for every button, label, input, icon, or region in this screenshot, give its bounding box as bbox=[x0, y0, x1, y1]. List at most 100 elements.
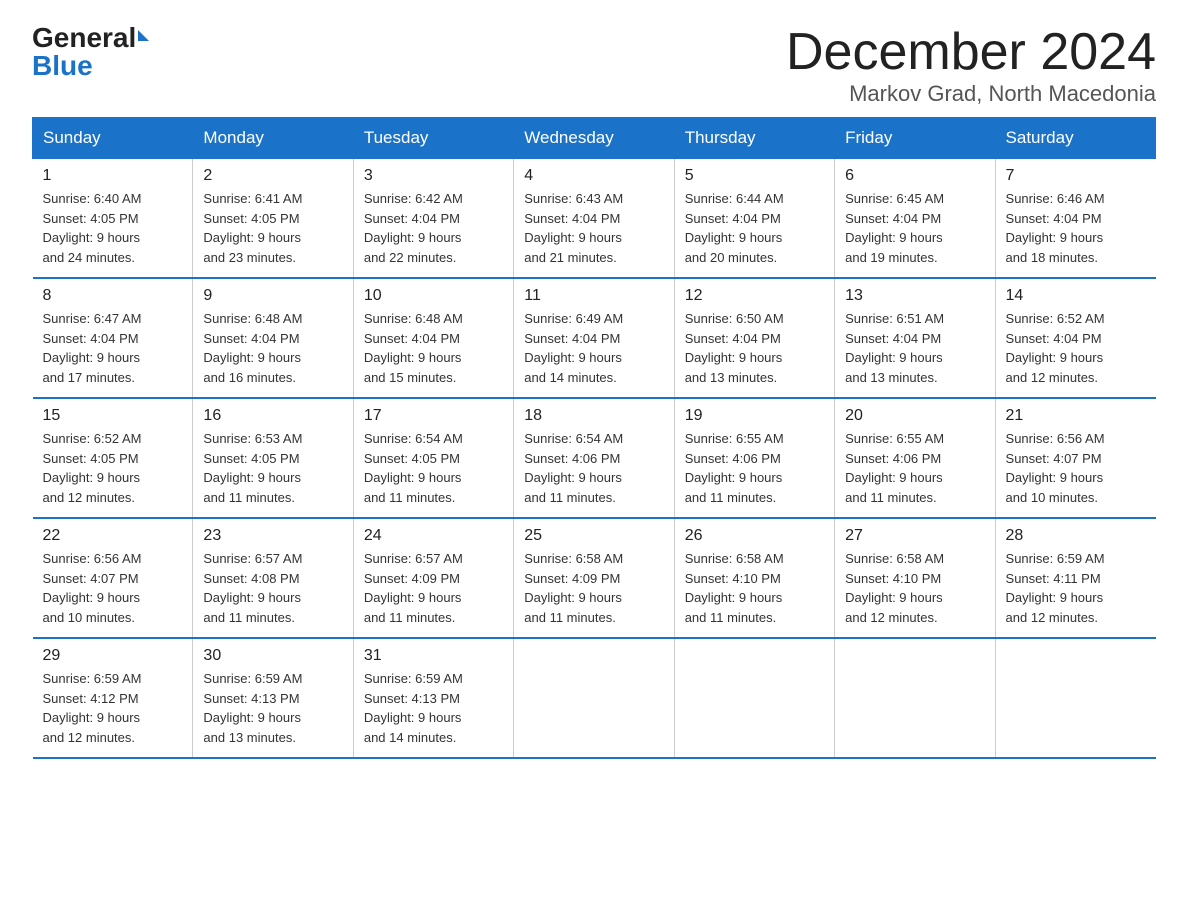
day-info: Sunrise: 6:46 AM Sunset: 4:04 PM Dayligh… bbox=[1006, 189, 1146, 267]
day-number: 20 bbox=[845, 407, 984, 425]
day-info: Sunrise: 6:57 AM Sunset: 4:08 PM Dayligh… bbox=[203, 549, 342, 627]
day-number: 17 bbox=[364, 407, 503, 425]
day-number: 8 bbox=[43, 287, 183, 305]
table-row: 26 Sunrise: 6:58 AM Sunset: 4:10 PM Dayl… bbox=[674, 518, 834, 638]
calendar-week-row: 1 Sunrise: 6:40 AM Sunset: 4:05 PM Dayli… bbox=[33, 159, 1156, 279]
day-info: Sunrise: 6:44 AM Sunset: 4:04 PM Dayligh… bbox=[685, 189, 824, 267]
day-info: Sunrise: 6:42 AM Sunset: 4:04 PM Dayligh… bbox=[364, 189, 503, 267]
day-info: Sunrise: 6:58 AM Sunset: 4:09 PM Dayligh… bbox=[524, 549, 663, 627]
table-row: 13 Sunrise: 6:51 AM Sunset: 4:04 PM Dayl… bbox=[835, 278, 995, 398]
day-number: 19 bbox=[685, 407, 824, 425]
table-row: 25 Sunrise: 6:58 AM Sunset: 4:09 PM Dayl… bbox=[514, 518, 674, 638]
day-number: 30 bbox=[203, 647, 342, 665]
table-row: 9 Sunrise: 6:48 AM Sunset: 4:04 PM Dayli… bbox=[193, 278, 353, 398]
day-number: 29 bbox=[43, 647, 183, 665]
header-tuesday: Tuesday bbox=[353, 118, 513, 159]
title-block: December 2024 Markov Grad, North Macedon… bbox=[786, 24, 1156, 107]
header-saturday: Saturday bbox=[995, 118, 1155, 159]
table-row: 1 Sunrise: 6:40 AM Sunset: 4:05 PM Dayli… bbox=[33, 159, 193, 279]
day-number: 4 bbox=[524, 167, 663, 185]
day-number: 9 bbox=[203, 287, 342, 305]
day-info: Sunrise: 6:52 AM Sunset: 4:05 PM Dayligh… bbox=[43, 429, 183, 507]
day-info: Sunrise: 6:56 AM Sunset: 4:07 PM Dayligh… bbox=[43, 549, 183, 627]
table-row bbox=[514, 638, 674, 758]
day-info: Sunrise: 6:43 AM Sunset: 4:04 PM Dayligh… bbox=[524, 189, 663, 267]
day-info: Sunrise: 6:47 AM Sunset: 4:04 PM Dayligh… bbox=[43, 309, 183, 387]
table-row: 5 Sunrise: 6:44 AM Sunset: 4:04 PM Dayli… bbox=[674, 159, 834, 279]
day-info: Sunrise: 6:57 AM Sunset: 4:09 PM Dayligh… bbox=[364, 549, 503, 627]
day-info: Sunrise: 6:52 AM Sunset: 4:04 PM Dayligh… bbox=[1006, 309, 1146, 387]
day-number: 15 bbox=[43, 407, 183, 425]
day-info: Sunrise: 6:41 AM Sunset: 4:05 PM Dayligh… bbox=[203, 189, 342, 267]
table-row: 29 Sunrise: 6:59 AM Sunset: 4:12 PM Dayl… bbox=[33, 638, 193, 758]
header-monday: Monday bbox=[193, 118, 353, 159]
page-title: December 2024 bbox=[786, 24, 1156, 81]
day-number: 2 bbox=[203, 167, 342, 185]
day-number: 12 bbox=[685, 287, 824, 305]
day-number: 16 bbox=[203, 407, 342, 425]
day-info: Sunrise: 6:54 AM Sunset: 4:05 PM Dayligh… bbox=[364, 429, 503, 507]
day-number: 6 bbox=[845, 167, 984, 185]
calendar-week-row: 8 Sunrise: 6:47 AM Sunset: 4:04 PM Dayli… bbox=[33, 278, 1156, 398]
day-info: Sunrise: 6:49 AM Sunset: 4:04 PM Dayligh… bbox=[524, 309, 663, 387]
table-row: 10 Sunrise: 6:48 AM Sunset: 4:04 PM Dayl… bbox=[353, 278, 513, 398]
table-row: 6 Sunrise: 6:45 AM Sunset: 4:04 PM Dayli… bbox=[835, 159, 995, 279]
day-number: 23 bbox=[203, 527, 342, 545]
table-row: 3 Sunrise: 6:42 AM Sunset: 4:04 PM Dayli… bbox=[353, 159, 513, 279]
day-info: Sunrise: 6:59 AM Sunset: 4:12 PM Dayligh… bbox=[43, 669, 183, 747]
table-row: 12 Sunrise: 6:50 AM Sunset: 4:04 PM Dayl… bbox=[674, 278, 834, 398]
logo-arrow-icon bbox=[138, 30, 149, 41]
day-number: 10 bbox=[364, 287, 503, 305]
calendar-table: Sunday Monday Tuesday Wednesday Thursday… bbox=[32, 117, 1156, 759]
table-row bbox=[995, 638, 1155, 758]
day-info: Sunrise: 6:58 AM Sunset: 4:10 PM Dayligh… bbox=[845, 549, 984, 627]
table-row: 14 Sunrise: 6:52 AM Sunset: 4:04 PM Dayl… bbox=[995, 278, 1155, 398]
table-row bbox=[835, 638, 995, 758]
day-number: 5 bbox=[685, 167, 824, 185]
day-info: Sunrise: 6:55 AM Sunset: 4:06 PM Dayligh… bbox=[845, 429, 984, 507]
logo: General Blue bbox=[32, 24, 149, 80]
table-row: 19 Sunrise: 6:55 AM Sunset: 4:06 PM Dayl… bbox=[674, 398, 834, 518]
logo-blue: Blue bbox=[32, 52, 93, 80]
table-row: 21 Sunrise: 6:56 AM Sunset: 4:07 PM Dayl… bbox=[995, 398, 1155, 518]
header-friday: Friday bbox=[835, 118, 995, 159]
page-header: General Blue December 2024 Markov Grad, … bbox=[32, 24, 1156, 107]
day-info: Sunrise: 6:50 AM Sunset: 4:04 PM Dayligh… bbox=[685, 309, 824, 387]
table-row: 16 Sunrise: 6:53 AM Sunset: 4:05 PM Dayl… bbox=[193, 398, 353, 518]
day-number: 27 bbox=[845, 527, 984, 545]
calendar-week-row: 15 Sunrise: 6:52 AM Sunset: 4:05 PM Dayl… bbox=[33, 398, 1156, 518]
day-info: Sunrise: 6:59 AM Sunset: 4:11 PM Dayligh… bbox=[1006, 549, 1146, 627]
day-number: 26 bbox=[685, 527, 824, 545]
calendar-week-row: 22 Sunrise: 6:56 AM Sunset: 4:07 PM Dayl… bbox=[33, 518, 1156, 638]
day-info: Sunrise: 6:54 AM Sunset: 4:06 PM Dayligh… bbox=[524, 429, 663, 507]
day-number: 24 bbox=[364, 527, 503, 545]
day-number: 1 bbox=[43, 167, 183, 185]
table-row: 27 Sunrise: 6:58 AM Sunset: 4:10 PM Dayl… bbox=[835, 518, 995, 638]
day-number: 3 bbox=[364, 167, 503, 185]
table-row: 31 Sunrise: 6:59 AM Sunset: 4:13 PM Dayl… bbox=[353, 638, 513, 758]
table-row: 4 Sunrise: 6:43 AM Sunset: 4:04 PM Dayli… bbox=[514, 159, 674, 279]
table-row: 17 Sunrise: 6:54 AM Sunset: 4:05 PM Dayl… bbox=[353, 398, 513, 518]
table-row: 18 Sunrise: 6:54 AM Sunset: 4:06 PM Dayl… bbox=[514, 398, 674, 518]
header-sunday: Sunday bbox=[33, 118, 193, 159]
logo-general: General bbox=[32, 24, 136, 52]
day-number: 18 bbox=[524, 407, 663, 425]
table-row: 11 Sunrise: 6:49 AM Sunset: 4:04 PM Dayl… bbox=[514, 278, 674, 398]
calendar-week-row: 29 Sunrise: 6:59 AM Sunset: 4:12 PM Dayl… bbox=[33, 638, 1156, 758]
day-info: Sunrise: 6:58 AM Sunset: 4:10 PM Dayligh… bbox=[685, 549, 824, 627]
table-row: 30 Sunrise: 6:59 AM Sunset: 4:13 PM Dayl… bbox=[193, 638, 353, 758]
day-info: Sunrise: 6:48 AM Sunset: 4:04 PM Dayligh… bbox=[364, 309, 503, 387]
day-info: Sunrise: 6:45 AM Sunset: 4:04 PM Dayligh… bbox=[845, 189, 984, 267]
table-row: 22 Sunrise: 6:56 AM Sunset: 4:07 PM Dayl… bbox=[33, 518, 193, 638]
page-subtitle: Markov Grad, North Macedonia bbox=[786, 81, 1156, 107]
table-row: 28 Sunrise: 6:59 AM Sunset: 4:11 PM Dayl… bbox=[995, 518, 1155, 638]
day-number: 25 bbox=[524, 527, 663, 545]
day-info: Sunrise: 6:59 AM Sunset: 4:13 PM Dayligh… bbox=[203, 669, 342, 747]
table-row bbox=[674, 638, 834, 758]
table-row: 15 Sunrise: 6:52 AM Sunset: 4:05 PM Dayl… bbox=[33, 398, 193, 518]
day-number: 22 bbox=[43, 527, 183, 545]
day-info: Sunrise: 6:56 AM Sunset: 4:07 PM Dayligh… bbox=[1006, 429, 1146, 507]
day-number: 21 bbox=[1006, 407, 1146, 425]
table-row: 7 Sunrise: 6:46 AM Sunset: 4:04 PM Dayli… bbox=[995, 159, 1155, 279]
day-number: 31 bbox=[364, 647, 503, 665]
